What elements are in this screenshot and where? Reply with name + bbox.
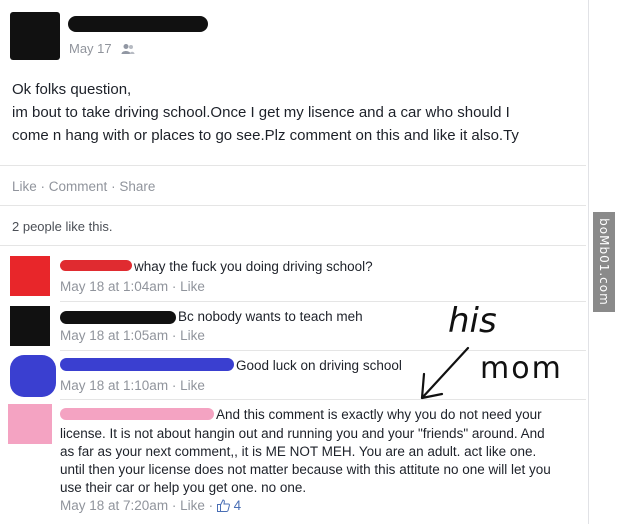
comment-timestamp[interactable]: May 18 at 1:04am [60, 279, 168, 294]
comment-timestamp[interactable]: May 18 at 1:10am [60, 378, 168, 393]
commenter-name-redaction[interactable] [60, 260, 132, 271]
divider [0, 205, 586, 206]
divider [0, 165, 586, 166]
watermark-text: boMb01.com [597, 218, 611, 306]
comment-text: Good luck on driving school [236, 358, 402, 373]
facebook-post: May 17 Ok folks question, im bout to tak… [0, 0, 589, 524]
handwritten-annotation: his mom [420, 301, 563, 400]
comment-timestamp[interactable]: May 18 at 1:05am [60, 328, 168, 343]
comment-like-count[interactable]: 4 [234, 498, 242, 513]
comment-text-line: use their car or help you get one. no on… [60, 480, 307, 495]
thumbs-up-icon[interactable] [216, 499, 230, 515]
post-date[interactable]: May 17 [69, 41, 112, 56]
commenter-avatar[interactable] [10, 256, 50, 296]
commenter-name-redaction[interactable] [60, 408, 214, 420]
comment-text: Bc nobody wants to teach meh [178, 309, 363, 324]
like-button[interactable]: Like [12, 179, 37, 194]
commenter-name-redaction[interactable] [60, 311, 176, 324]
poster-name-redaction[interactable] [68, 16, 208, 32]
action-separator: · [40, 179, 46, 194]
action-separator: · [111, 179, 116, 194]
share-button[interactable]: Share [119, 179, 155, 194]
comment-text-line: until then your license does not matter … [60, 462, 551, 477]
comment-like-button[interactable]: Like [180, 328, 205, 343]
divider [0, 245, 586, 246]
post-body-line-2: im bout to take driving school.Once I ge… [12, 104, 510, 121]
comment-like-button[interactable]: Like [180, 498, 205, 513]
comment-meta: May 18 at 1:05am · Like [60, 328, 205, 343]
likes-summary[interactable]: 2 people like this. [12, 219, 112, 234]
comment-timestamp[interactable]: May 18 at 7:20am [60, 498, 168, 513]
post-body-line-3: come n hang with or places to go see.Plz… [12, 127, 519, 144]
annotation-his: his [448, 301, 497, 341]
post-actions: Like · Comment · Share [12, 179, 155, 194]
comment-like-button[interactable]: Like [180, 378, 205, 393]
comment-meta: May 18 at 1:04am · Like [60, 279, 205, 294]
commenter-name-redaction[interactable] [60, 358, 234, 371]
comment-text-line: as far as your next comment,, it is ME N… [60, 444, 537, 459]
commenter-avatar[interactable] [10, 355, 56, 397]
friends-icon [121, 42, 135, 60]
watermark-tab: boMb01.com [593, 212, 615, 312]
annotation-arrow [420, 346, 470, 400]
comment-meta: May 18 at 1:10am · Like [60, 378, 205, 393]
comment-like-button[interactable]: Like [180, 279, 205, 294]
comment-text: whay the fuck you doing driving school? [134, 259, 373, 274]
commenter-avatar[interactable] [10, 306, 50, 346]
comment-text-line: license. It is not about hangin out and … [60, 426, 545, 441]
commenter-avatar[interactable] [8, 404, 52, 444]
post-body-line-1: Ok folks question, [12, 81, 132, 98]
comment-button[interactable]: Comment [49, 179, 108, 194]
annotation-mom: mom [480, 351, 563, 386]
poster-avatar[interactable] [10, 12, 60, 60]
comment-meta: May 18 at 7:20am · Like · 4 [60, 498, 242, 515]
